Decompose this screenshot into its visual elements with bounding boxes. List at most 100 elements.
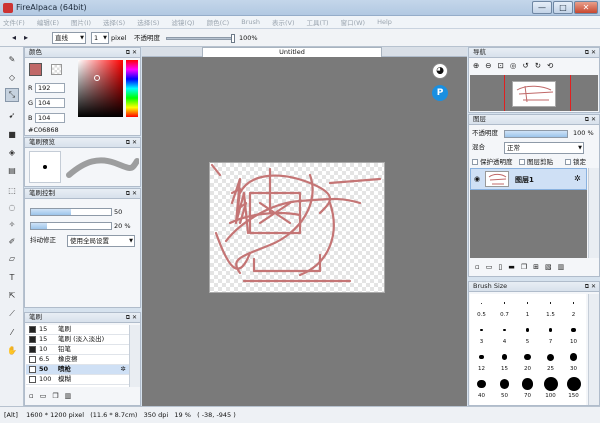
line-width-select[interactable]: 1 ▼ [91,32,109,44]
layer-folder-icon[interactable]: ▬ [508,263,521,271]
brush-item[interactable]: 6.5 橡皮擦 [26,355,129,365]
brush-item[interactable]: 15 笔刷 [26,325,129,335]
saturation-value-picker[interactable] [78,60,123,117]
brush-size-dot[interactable] [543,377,558,391]
brush-size-dot[interactable] [547,353,554,361]
brush-size-dot[interactable] [549,302,552,304]
background-color-swatch[interactable] [51,64,62,75]
brush-size-dot[interactable] [525,328,530,332]
next-arrow-icon[interactable]: ▸ [20,32,32,44]
layer-opacity-slider[interactable] [504,130,568,138]
trash-icon[interactable]: ▥ [65,392,78,400]
eyedropper-tool-icon[interactable]: ⁄ [6,327,18,339]
brush-size-dot[interactable] [548,328,553,332]
foreground-color-swatch[interactable] [29,63,42,76]
layer-settings-icon[interactable]: ✲ [574,174,581,183]
rotate-left-icon[interactable]: ↺ [522,61,534,70]
brush-size-dot[interactable] [503,328,506,332]
lock-option[interactable]: 锁定 [565,156,586,168]
gradient-tool-icon[interactable]: ▤ [6,165,18,177]
brush-opacity-slider[interactable] [30,222,112,230]
brush-size-dot[interactable] [480,328,483,332]
rotate-right-icon[interactable]: ↻ [535,61,547,70]
brush-item-selected[interactable]: 50 喷枪 ✲ [26,365,129,375]
add-8bit-layer-icon[interactable]: ▭ [486,263,499,271]
r-input[interactable]: 192 [35,83,65,93]
select-tool-icon[interactable]: ⬚ [6,185,18,197]
alpaca-mascot-icon[interactable]: ◕ [432,63,448,79]
shape-select[interactable]: 直线 ▼ [52,32,86,44]
folder-icon[interactable]: ▭ [40,392,53,400]
document-canvas[interactable] [209,162,385,293]
menu-brush[interactable]: Brush [241,18,260,26]
zoom-in-icon[interactable]: ⊕ [473,61,485,70]
layer-row[interactable]: ◉ 图层1 ✲ [470,168,587,190]
dock-icon[interactable]: ⧉ ✕ [126,138,137,147]
brush-size-dot[interactable] [569,353,578,361]
protect-alpha-option[interactable]: 保护透明度 [472,156,513,168]
brush-item[interactable]: 15 笔刷 (淡入淡出) [26,335,129,345]
divide-tool-icon[interactable]: ⟋ [6,308,18,320]
b-input[interactable]: 104 [35,113,65,123]
share-icon[interactable]: P [432,85,448,101]
actual-size-icon[interactable]: ◎ [510,61,523,70]
protect-alpha-checkbox[interactable] [472,159,478,165]
brush-size-dot[interactable] [566,377,581,391]
pen-tool-icon[interactable]: ✎ [6,54,18,66]
menu-view[interactable]: 表示(V) [272,17,295,27]
brush-size-dot[interactable] [524,353,531,361]
g-input[interactable]: 104 [35,98,65,108]
close-button[interactable]: ✕ [574,1,598,14]
brush-size-dot[interactable] [572,302,575,304]
clear-layer-icon[interactable]: ▧ [545,263,558,271]
menu-help[interactable]: Help [377,18,392,26]
menu-edit[interactable]: 编辑(E) [37,17,59,27]
dock-icon[interactable]: ⧉ ✕ [585,282,596,291]
brush-size-dot[interactable] [479,354,484,360]
menu-tools[interactable]: 工具(T) [307,17,329,27]
clipping-option[interactable]: 图层剪贴 [519,156,553,168]
text-tool-icon[interactable]: T [6,272,18,284]
dock-icon[interactable]: ⧉ ✕ [126,313,137,322]
menu-layer[interactable]: 选择(S) [103,17,125,27]
layer-list-scrollbar[interactable] [588,168,599,258]
brush-size-dot[interactable] [571,327,576,333]
lasso-tool-icon[interactable]: ◌ [6,202,18,214]
dock-icon[interactable]: ⧉ ✕ [126,48,137,57]
lock-checkbox[interactable] [565,159,571,165]
blend-select[interactable]: 正常 ▼ [504,142,584,154]
dock-icon[interactable]: ⧉ ✕ [126,189,137,198]
hand-tool-icon[interactable]: ✋ [6,345,18,357]
brush-size-dot[interactable] [501,354,508,360]
menu-file[interactable]: 文件(F) [3,17,25,27]
fill-rect-tool-icon[interactable]: ■ [6,129,18,141]
clipping-checkbox[interactable] [519,159,525,165]
brush-size-dot[interactable] [521,378,534,390]
brush-size-dot[interactable] [499,379,510,389]
opacity-slider-thumb[interactable] [231,34,235,43]
new-brush-icon[interactable]: ▫ [29,392,40,400]
merge-layer-icon[interactable]: ⊞ [533,263,545,271]
canvas-area[interactable]: ◕ P [142,57,467,406]
brush-size-dot[interactable] [477,379,486,389]
delete-layer-icon[interactable]: ▥ [558,263,571,271]
brush-size-dot[interactable] [481,302,482,304]
eye-icon[interactable]: ◉ [474,175,480,183]
menu-image[interactable]: 图片(I) [71,17,91,27]
menu-window[interactable]: 窗口(W) [341,17,366,27]
dock-icon[interactable]: ⧉ ✕ [585,48,596,57]
select-pen-tool-icon[interactable]: ✐ [6,236,18,248]
menu-select[interactable]: 选择(S) [137,17,159,27]
duplicate-layer-icon[interactable]: ❐ [521,263,533,271]
hue-slider[interactable] [126,60,138,117]
shape-tool-icon[interactable]: ⤡ [5,88,19,102]
copy-icon[interactable]: ❐ [52,392,64,400]
opacity-slider[interactable] [166,37,233,40]
move-tool-icon[interactable]: ➹ [6,110,18,122]
add-layer-icon[interactable]: ▫ [475,263,486,271]
eraser-tool-icon[interactable]: ◇ [6,72,18,84]
prev-arrow-icon[interactable]: ◂ [8,32,20,44]
stabilizer-select[interactable]: 使用全局设置 ▼ [67,235,135,247]
brush-size-dot[interactable] [503,302,506,304]
document-tab[interactable]: Untitled [202,47,382,57]
